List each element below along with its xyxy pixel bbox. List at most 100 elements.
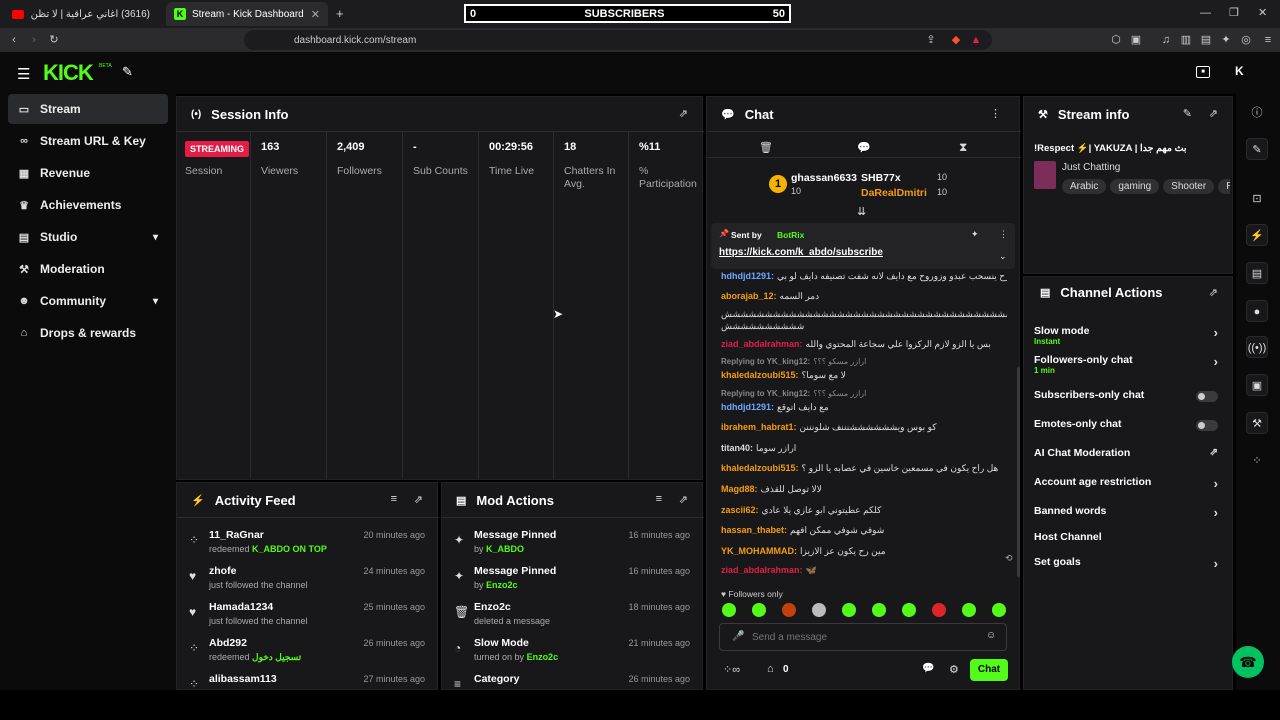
emote[interactable]	[752, 603, 766, 617]
hamburger-menu-icon[interactable]: ☰	[17, 65, 30, 83]
pin-icon[interactable]: ✎	[122, 64, 133, 80]
sidebar-item-drops-rewards[interactable]: ⌂ Drops & rewards	[8, 318, 168, 348]
browser-tab-kick[interactable]: K Stream - Kick Dashboard ✕	[166, 2, 328, 26]
popout-icon[interactable]: ⇗	[1209, 286, 1218, 299]
sidebar-item-revenue[interactable]: ▦ Revenue	[8, 158, 168, 188]
vpn-icon[interactable]: ◎	[1240, 34, 1252, 46]
emote[interactable]	[992, 603, 1006, 617]
filter-icon[interactable]: ≡	[656, 493, 662, 505]
more-options-icon[interactable]: ⋮	[990, 107, 1001, 120]
popout-icon[interactable]: ⇗	[1209, 107, 1218, 120]
emote[interactable]	[722, 603, 736, 617]
unpin-icon[interactable]: ✦	[971, 229, 979, 240]
sidebar-icon[interactable]: ▥	[1180, 34, 1192, 46]
share-icon[interactable]: ⇪	[925, 34, 937, 46]
sidebar-item-stream-url[interactable]: ∞ Stream URL & Key	[8, 126, 168, 156]
wallet-icon[interactable]: ▤	[1200, 34, 1212, 46]
chevron-down-icon[interactable]: ⌄	[999, 251, 1007, 262]
sidebar-item-community[interactable]: ☻ Community ▾	[8, 286, 168, 316]
avatar[interactable]: K	[1235, 64, 1244, 78]
music-icon[interactable]: ♫	[1160, 34, 1172, 46]
broadcast-icon[interactable]: ((•))	[1246, 336, 1268, 358]
minimize-icon[interactable]: —	[1200, 7, 1211, 19]
followers-only-row[interactable]: Followers-only chat 1 min ›	[1034, 354, 1222, 375]
leader-first-name[interactable]: ghassan6633	[791, 172, 857, 184]
history-icon[interactable]: ⟲	[1005, 553, 1013, 564]
address-bar[interactable]: dashboard.kick.com/stream	[244, 30, 992, 50]
chat-bubble-icon[interactable]: 💬	[857, 141, 871, 154]
leader-third-name[interactable]: DaRealDmitri	[861, 187, 927, 199]
sidebar-item-studio[interactable]: ▤ Studio ▾	[8, 222, 168, 252]
info-icon[interactable]: ⓘ	[1246, 102, 1268, 124]
emotes-only-toggle[interactable]	[1196, 420, 1218, 431]
panel-title: Channel Actions	[1060, 284, 1163, 300]
brave-shield-icon[interactable]: ◆	[950, 34, 962, 46]
extensions-icon[interactable]: ⬡	[1110, 34, 1122, 46]
chat-input[interactable]	[752, 629, 972, 645]
banned-words-row[interactable]: Banned words ›	[1034, 505, 1222, 525]
edit-icon[interactable]: ✎	[1183, 107, 1192, 120]
close-tab-icon[interactable]: ✕	[311, 8, 320, 21]
kick-logo[interactable]: KICK	[43, 60, 94, 86]
screenshot-icon[interactable]: ▣	[1130, 34, 1142, 46]
send-chat-button[interactable]: Chat	[970, 659, 1008, 681]
emote[interactable]	[872, 603, 886, 617]
restore-icon[interactable]: ❐	[1229, 6, 1239, 19]
sidebar-item-stream[interactable]: ▭ Stream	[8, 94, 168, 124]
hourglass-icon[interactable]: ⧗	[959, 140, 967, 155]
slow-mode-row[interactable]: Slow mode Instant ›	[1034, 325, 1222, 346]
more-options-icon[interactable]: ⋮	[999, 229, 1008, 240]
reload-icon[interactable]: ↻	[48, 34, 60, 46]
ai-moderation-row[interactable]: AI Chat Moderation ⇗	[1034, 447, 1222, 467]
pinned-link[interactable]: https://kick.com/k_abdo/subscribe	[719, 247, 883, 258]
popout-icon[interactable]: ⇗	[679, 493, 688, 506]
chat-scrollbar[interactable]	[1017, 367, 1020, 577]
chat-bubble-icon[interactable]: ●	[1246, 300, 1268, 322]
community-icon[interactable]: ⁘	[1246, 450, 1268, 472]
support-button[interactable]: ☎	[1232, 646, 1264, 678]
channel-actions-panel: ▤ Channel Actions ⇗ Slow mode Instant › Fo…	[1023, 276, 1233, 690]
leader-second-name[interactable]: SHB77x	[861, 172, 901, 184]
emote[interactable]	[842, 603, 856, 617]
subscribers-only-toggle[interactable]	[1196, 391, 1218, 402]
collapse-icon[interactable]: ⇊	[857, 205, 866, 218]
live-preview-icon[interactable]: ■	[1196, 66, 1210, 78]
microphone-icon[interactable]: 🎤	[732, 631, 744, 642]
filter-icon[interactable]: ≡	[391, 493, 397, 505]
emote[interactable]	[782, 603, 796, 617]
edit-icon[interactable]: ✎	[1246, 138, 1268, 160]
rewards-icon[interactable]: ▲	[970, 34, 982, 46]
forward-icon[interactable]: ›	[28, 34, 40, 46]
popout-icon[interactable]: ⇗	[414, 493, 423, 506]
emoji-icon[interactable]: ☺	[986, 630, 996, 641]
ai-icon[interactable]: ✦	[1220, 34, 1232, 46]
menu-icon[interactable]: ≡	[1262, 34, 1274, 46]
gift-icon[interactable]: ⌂	[767, 663, 774, 675]
points-icon[interactable]: ⁘∞	[723, 663, 740, 676]
mod-action-item: 🗑 Enzo2c deleted a message 18 minutes ag…	[450, 597, 694, 631]
channel-icon[interactable]: ▣	[1246, 374, 1268, 396]
new-tab-button[interactable]: +	[336, 6, 344, 21]
settings-icon[interactable]: ⚙	[949, 663, 959, 676]
close-window-icon[interactable]: ✕	[1258, 6, 1267, 19]
account-age-row[interactable]: Account age restriction ›	[1034, 476, 1222, 496]
browser-tab-youtube[interactable]: (3616) اغاني عراقية | لا تظن انت البيت	[4, 2, 164, 26]
activity-item: ♥ zhofe just followed the channel 24 min…	[185, 561, 429, 595]
sidebar-item-achievements[interactable]: ♛ Achievements	[8, 190, 168, 220]
mod-log-icon[interactable]: ▤	[1246, 262, 1268, 284]
chat-input-box[interactable]: 🎤 ☺	[719, 623, 1007, 651]
chat-bubble-icon[interactable]: 💬	[922, 663, 934, 674]
capture-icon[interactable]: ⊡	[1246, 188, 1268, 210]
trash-icon[interactable]: 🗑	[759, 141, 773, 154]
sidebar-item-moderation[interactable]: ⚒ Moderation	[8, 254, 168, 284]
back-icon[interactable]: ‹	[8, 34, 20, 46]
set-goals-row[interactable]: Set goals ›	[1034, 556, 1222, 576]
lightning-icon[interactable]: ⚡	[1246, 224, 1268, 246]
wrench-icon[interactable]: ⚒	[1246, 412, 1268, 434]
emote[interactable]	[812, 603, 826, 617]
emote[interactable]	[962, 603, 976, 617]
popout-icon[interactable]: ⇗	[679, 107, 688, 120]
emote[interactable]	[932, 603, 946, 617]
emote[interactable]	[902, 603, 916, 617]
host-channel-row[interactable]: Host Channel	[1034, 531, 1222, 551]
